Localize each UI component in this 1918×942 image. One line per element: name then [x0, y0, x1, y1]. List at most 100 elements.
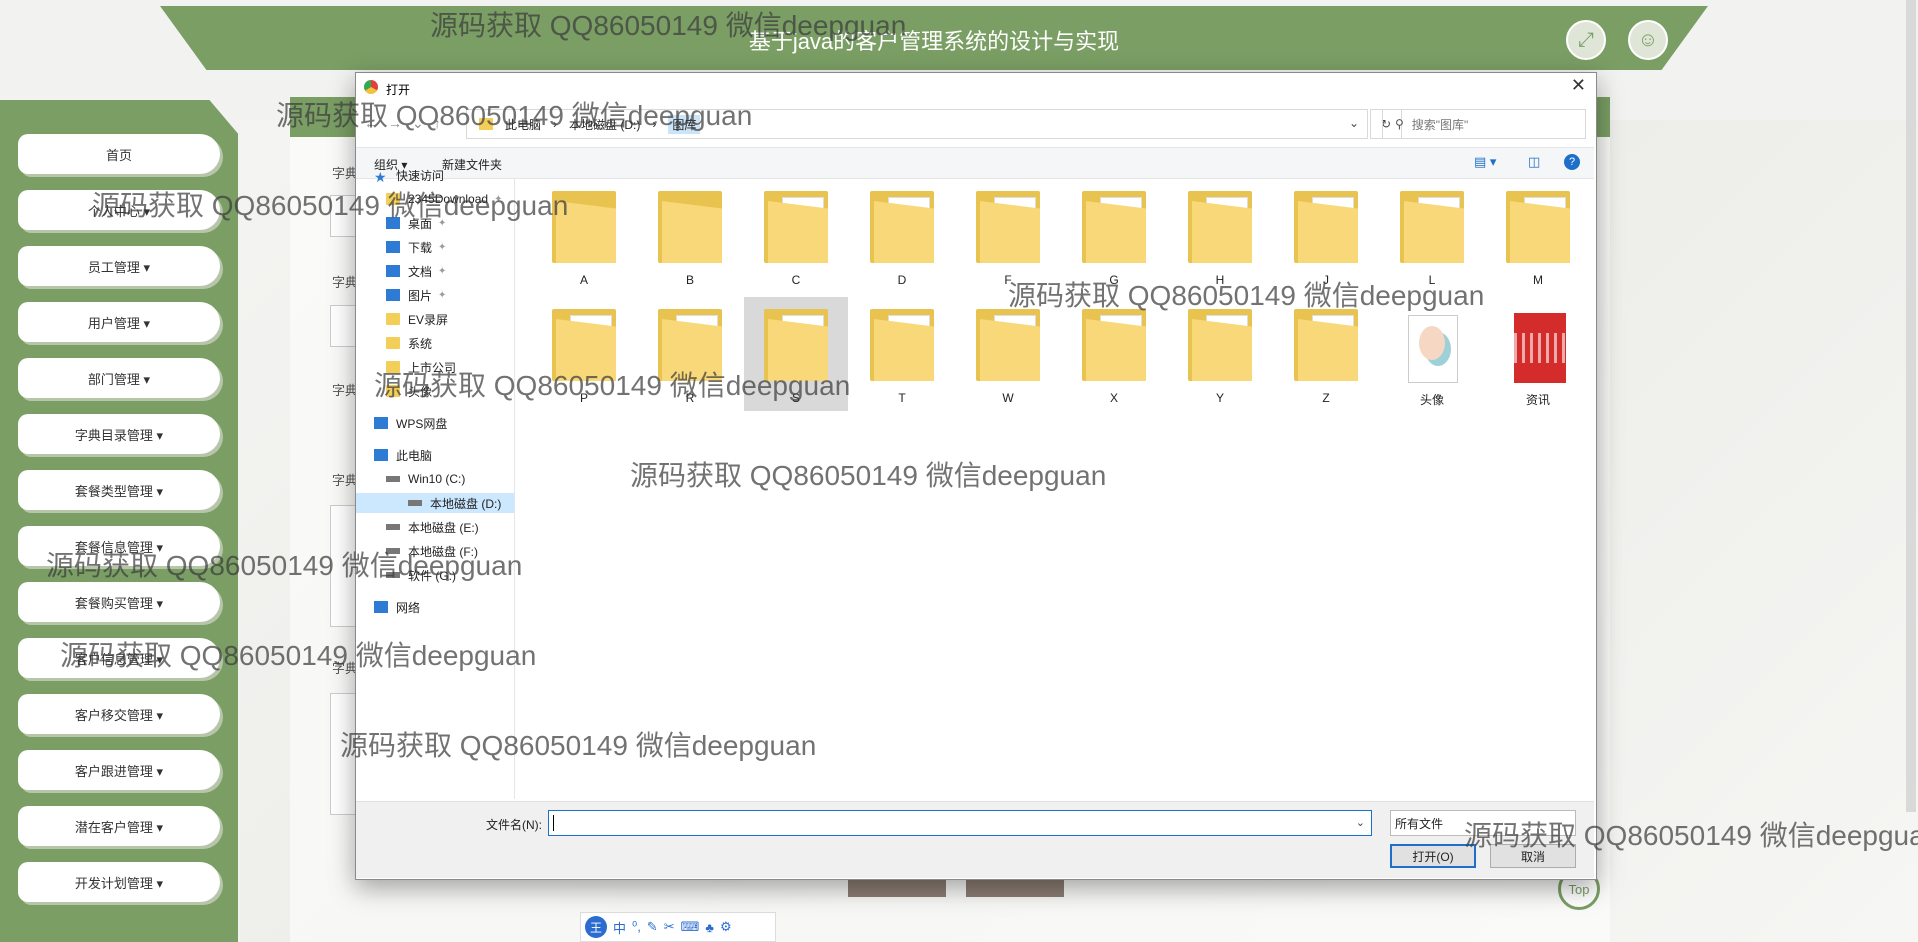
nav-item[interactable]: 文档 ✦	[386, 261, 446, 281]
folder-label: W	[1002, 391, 1014, 405]
open-button[interactable]: 打开(O)	[1390, 844, 1476, 868]
user-icon[interactable]: ☺	[1628, 20, 1668, 60]
nav-item[interactable]: 2345Download ✦	[386, 189, 502, 209]
forward-arrow-icon[interactable]: →	[388, 115, 402, 132]
folder-item[interactable]: D	[850, 179, 954, 293]
nav-item-label: 软件 (G:)	[408, 568, 456, 583]
folder-item[interactable]: P	[532, 297, 636, 411]
folder-item[interactable]: G	[1062, 179, 1166, 293]
preview-pane-icon[interactable]: ◫	[1528, 154, 1540, 170]
help-icon[interactable]: ?	[1564, 154, 1580, 170]
filename-input[interactable]: ⌄	[548, 810, 1372, 836]
sidebar-item[interactable]: 个人中心 ▾	[18, 190, 220, 230]
cancel-button[interactable]: 取消	[1490, 844, 1576, 868]
nav-item[interactable]: 图片 ✦	[386, 285, 446, 305]
sidebar-item[interactable]: 套餐购买管理 ▾	[18, 582, 220, 622]
view-options-icon[interactable]: ▤ ▾	[1474, 154, 1496, 170]
search-placeholder: 搜索"图库"	[1411, 117, 1469, 132]
close-icon[interactable]: ✕	[1571, 75, 1586, 96]
drive-icon	[386, 548, 400, 554]
keyboard-icon[interactable]: ⌨	[681, 919, 700, 935]
folder-item[interactable]: M	[1486, 179, 1590, 293]
skin-icon[interactable]: ♣	[705, 920, 714, 935]
sidebar-item[interactable]: 员工管理 ▾	[18, 246, 220, 286]
nav-item[interactable]: 头像	[386, 381, 432, 401]
folder-item[interactable]: S	[744, 297, 848, 411]
search-input[interactable]: ⚲ 搜索"图库"	[1382, 109, 1586, 139]
scissors-icon[interactable]: ✂	[664, 919, 675, 935]
doc-icon	[386, 265, 400, 277]
folder-item[interactable]: 头像	[1380, 297, 1484, 411]
pin-icon: ✦	[438, 241, 447, 253]
chevron-down-icon[interactable]: ⌄	[1349, 116, 1359, 130]
sidebar-item[interactable]: 潜在客户管理 ▾	[18, 806, 220, 846]
expand-icon[interactable]: ⤢	[1566, 20, 1606, 60]
nav-item[interactable]: 上市公司	[386, 357, 456, 377]
sidebar-item[interactable]: 套餐类型管理 ▾	[18, 470, 220, 510]
up-arrow-icon[interactable]: ↑	[434, 115, 441, 132]
folder-item[interactable]: Z	[1274, 297, 1378, 411]
nav-item[interactable]: 系统	[386, 333, 432, 353]
filetype-select[interactable]: 所有文件	[1390, 810, 1576, 836]
sidebar-item[interactable]: 用户管理 ▾	[18, 302, 220, 342]
chevron-down-icon[interactable]: ⌄	[1356, 816, 1365, 829]
folder-label: B	[685, 273, 694, 287]
settings-gear-icon[interactable]: ⚙	[720, 919, 732, 935]
folder-item[interactable]: C	[744, 179, 848, 293]
nav-item[interactable]: WPS网盘	[374, 413, 447, 433]
nav-item[interactable]: EV录屏	[386, 309, 448, 329]
folder-item[interactable]: Y	[1168, 297, 1272, 411]
folder-item[interactable]: B	[638, 179, 742, 293]
nav-item-label: 下载	[408, 240, 433, 255]
folder-item[interactable]: H	[1168, 179, 1272, 293]
nav-item[interactable]: 桌面 ✦	[386, 213, 446, 233]
pen-icon[interactable]: ✎	[647, 919, 658, 935]
breadcrumb-item[interactable]: 本地磁盘 (D:)	[569, 116, 640, 133]
sidebar-item[interactable]: 客户信息管理 ▾	[18, 638, 220, 678]
folder-icon	[552, 309, 616, 381]
pc-icon	[374, 449, 388, 461]
nav-item[interactable]: Win10 (C:)	[386, 469, 465, 489]
nav-item-label: 本地磁盘 (E:)	[408, 520, 479, 535]
nav-item[interactable]: 下载 ✦	[386, 237, 446, 257]
folder-item[interactable]: F	[956, 179, 1060, 293]
nav-item[interactable]: 此电脑	[374, 445, 432, 465]
folder-item[interactable]: T	[850, 297, 954, 411]
new-folder-button[interactable]: 新建文件夹	[442, 156, 502, 173]
folder-label: Z	[1322, 391, 1330, 405]
sidebar-item[interactable]: 字典目录管理 ▾	[18, 414, 220, 454]
nav-item[interactable]: 本地磁盘 (E:)	[386, 517, 479, 537]
folder-label: T	[898, 391, 906, 405]
nav-item[interactable]: 软件 (G:)	[386, 565, 456, 585]
sidebar-item[interactable]: 首页	[18, 134, 220, 174]
folder-item[interactable]: 资讯	[1486, 297, 1590, 411]
sidebar-item[interactable]: 部门管理 ▾	[18, 358, 220, 398]
back-arrow-icon[interactable]: ←	[364, 115, 378, 132]
sidebar-item[interactable]: 客户移交管理 ▾	[18, 694, 220, 734]
sidebar-item[interactable]: 开发计划管理 ▾	[18, 862, 220, 902]
folder-item[interactable]: R	[638, 297, 742, 411]
breadcrumb-item[interactable]: 此电脑	[505, 116, 541, 133]
nav-item-label: 2345Download	[408, 192, 489, 206]
nav-item[interactable]: ★ 快速访问	[374, 165, 444, 186]
folder-item[interactable]: W	[956, 297, 1060, 411]
folder-item[interactable]: X	[1062, 297, 1166, 411]
nav-item[interactable]: 本地磁盘 (F:)	[386, 541, 478, 561]
page-scrollbar[interactable]	[1906, 0, 1916, 812]
punctuation-icon[interactable]: ⁰,	[632, 919, 641, 935]
sidebar-item[interactable]: 客户跟进管理 ▾	[18, 750, 220, 790]
breadcrumb-item[interactable]: 图库	[668, 114, 701, 134]
ime-mode-toggle[interactable]: 中	[613, 918, 626, 937]
folder-label: 资讯	[1525, 393, 1550, 407]
ime-logo-icon[interactable]: 王	[585, 916, 607, 938]
folder-item[interactable]: L	[1380, 179, 1484, 293]
address-bar[interactable]: 此电脑 › 本地磁盘 (D:) › 图库 ⌄	[466, 109, 1368, 139]
nav-item[interactable]: 本地磁盘 (D:)	[356, 493, 514, 513]
nav-item[interactable]: 网络	[374, 597, 420, 617]
recent-chevron-icon[interactable]: ⌄	[412, 115, 424, 132]
folder-item[interactable]: J	[1274, 179, 1378, 293]
dialog-footer: 文件名(N): ⌄ 所有文件 打开(O) 取消	[356, 801, 1594, 878]
sidebar-item[interactable]: 套餐信息管理 ▾	[18, 526, 220, 566]
folder-icon	[386, 337, 400, 349]
folder-item[interactable]: A	[532, 179, 636, 293]
